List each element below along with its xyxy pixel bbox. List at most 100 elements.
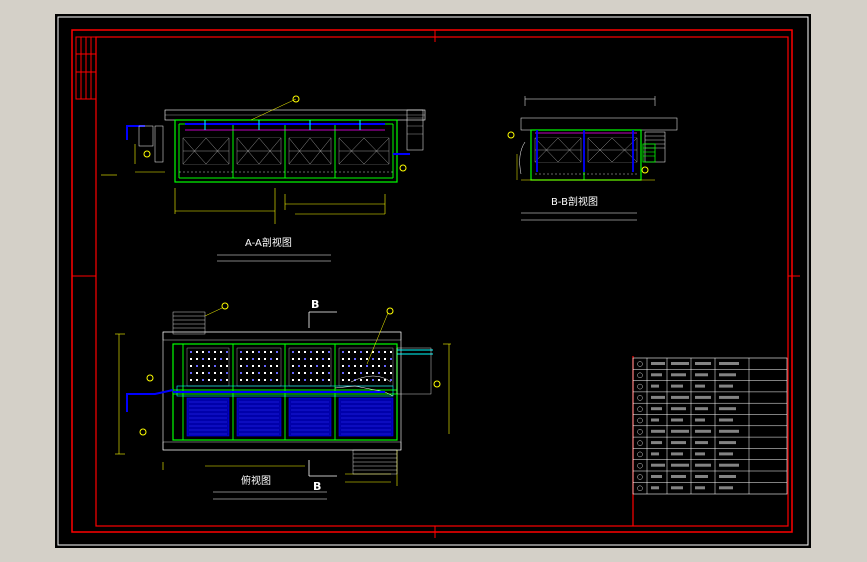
nozzle-dot	[226, 372, 228, 374]
table-cell-glyph	[651, 486, 659, 490]
table-cell-glyph	[671, 475, 686, 478]
nozzle-dot	[226, 379, 228, 381]
aa-filter-media	[182, 137, 390, 165]
table-cell-glyph	[651, 373, 662, 377]
nozzle-dot	[202, 351, 204, 353]
table-cell-glyph	[695, 463, 711, 467]
table-cell-glyph	[719, 452, 733, 456]
nozzle-dot	[292, 372, 294, 374]
table-cell-glyph	[671, 486, 683, 490]
plan-upper-cells	[186, 347, 394, 387]
nozzle-dot	[276, 372, 278, 374]
nozzle-dot	[264, 351, 266, 353]
nozzle-dot	[322, 358, 324, 360]
nozzle-dot	[342, 358, 344, 360]
nozzle-dot	[310, 379, 312, 381]
nozzle-dot	[384, 372, 386, 374]
nozzle-dot	[304, 379, 306, 381]
nozzle-dot	[196, 379, 198, 381]
table-cell-glyph	[671, 452, 683, 456]
nozzle-dot	[208, 351, 210, 353]
nozzle-dot	[190, 372, 192, 374]
nozzle-dot	[226, 358, 228, 360]
nozzle-dot	[240, 379, 242, 381]
nozzle-dot	[316, 372, 318, 374]
nozzle-dot	[316, 379, 318, 381]
nozzle-dot	[310, 351, 312, 353]
nozzle-dot	[328, 351, 330, 353]
nozzle-dot	[298, 372, 300, 374]
table-cell-glyph	[719, 486, 733, 490]
table-cell-glyph	[719, 373, 736, 377]
nozzle-dot	[354, 372, 356, 374]
table-cell-glyph	[695, 384, 705, 388]
nozzle-dot	[208, 365, 210, 367]
nozzle-dot	[298, 351, 300, 353]
table-item-number-icon	[637, 417, 643, 424]
binding-strip	[75, 36, 97, 100]
nozzle-dot	[246, 365, 248, 367]
nozzle-dot	[366, 358, 368, 360]
nozzle-dot	[366, 379, 368, 381]
table-cell-glyph	[719, 475, 736, 478]
nozzle-dot	[220, 379, 222, 381]
nozzle-dot	[304, 351, 306, 353]
table-item-number-icon	[637, 474, 643, 480]
table-cell-glyph	[719, 362, 739, 365]
table-item-number-icon	[637, 440, 643, 446]
nozzle-dot	[240, 365, 242, 367]
nozzle-dot	[342, 379, 344, 381]
nozzle-dot	[360, 358, 362, 360]
table-cell-glyph	[695, 362, 711, 365]
nozzle-dot	[348, 372, 350, 374]
nozzle-dot	[360, 365, 362, 367]
table-cell-glyph	[719, 463, 739, 467]
nozzle-dot	[298, 379, 300, 381]
nozzle-dot	[372, 365, 374, 367]
table-cell-glyph	[651, 463, 665, 467]
nozzle-dot	[322, 379, 324, 381]
table-item-number-icon	[637, 406, 643, 412]
nozzle-dot	[372, 358, 374, 360]
nozzle-dot	[298, 358, 300, 360]
nozzle-dot	[378, 379, 380, 381]
table-item-number-icon	[637, 485, 643, 491]
table-cell-glyph	[671, 463, 689, 467]
nozzle-dot	[348, 351, 350, 353]
table-cell-glyph	[671, 384, 683, 388]
nozzle-dot	[196, 351, 198, 353]
outer-frame	[71, 29, 793, 533]
nozzle-dot	[390, 372, 392, 374]
plan-view-title: 俯视图	[241, 474, 271, 487]
nozzle-dot	[384, 365, 386, 367]
nozzle-dot	[258, 351, 260, 353]
nozzle-dot	[378, 372, 380, 374]
table-cell-glyph	[651, 441, 662, 445]
table-cell-glyph	[671, 407, 686, 411]
nozzle-dot	[342, 365, 344, 367]
nozzle-dot	[384, 379, 386, 381]
table-item-number-icon	[637, 463, 643, 469]
nozzle-dot	[202, 365, 204, 367]
table-cell-glyph	[651, 407, 662, 411]
nozzle-dot	[214, 358, 216, 360]
table-cell-glyph	[671, 395, 689, 399]
table-item-number-icon	[637, 451, 643, 458]
table-cell-glyph	[719, 384, 733, 388]
table-item-number-icon	[637, 361, 643, 367]
nozzle-dot	[348, 358, 350, 360]
nozzle-dot	[270, 358, 272, 360]
nozzle-dot	[264, 372, 266, 374]
nozzle-dot	[390, 365, 392, 367]
nozzle-dot	[196, 372, 198, 374]
nozzle-dot	[252, 365, 254, 367]
table-cell-glyph	[671, 362, 689, 365]
table-cell-glyph	[695, 441, 708, 445]
nozzle-dot	[360, 372, 362, 374]
nozzle-dot	[220, 365, 222, 367]
nozzle-dot	[316, 351, 318, 353]
nozzle-dot	[202, 358, 204, 360]
nozzle-dot	[264, 358, 266, 360]
table-cell-glyph	[651, 418, 659, 422]
nozzle-dot	[258, 372, 260, 374]
